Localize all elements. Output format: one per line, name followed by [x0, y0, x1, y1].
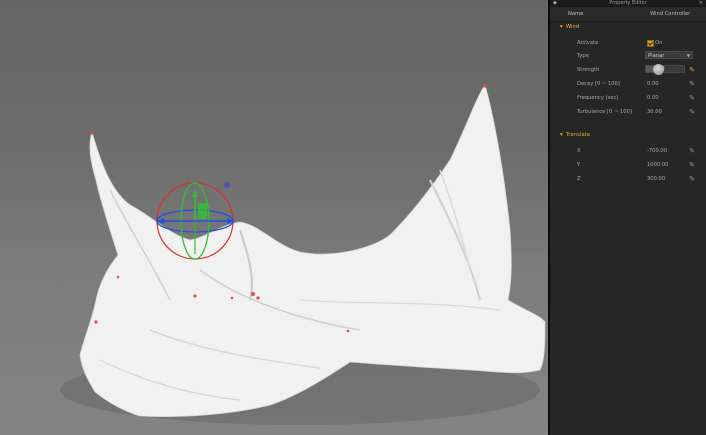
section-wind-title: Wind	[565, 24, 580, 30]
keyframe-icon[interactable]: ✎	[688, 147, 696, 155]
3d-viewport[interactable]	[0, 0, 548, 435]
property-editor-panel: ◆ Property Editor × Name Wind Controller…	[550, 0, 706, 435]
row-frequency: Frequency (sec) 0.00 ✎	[550, 92, 706, 104]
header-name-label: Name	[568, 11, 584, 17]
row-translate-y: Y 1000.00 ✎	[550, 159, 706, 171]
strength-slider[interactable]: 50	[645, 64, 685, 75]
section-translate-title: Translate	[565, 132, 591, 138]
row-translate-x: X -700.00 ✎	[550, 145, 706, 157]
keyframe-icon[interactable]: ✎	[688, 80, 696, 88]
decay-value[interactable]: 0.00	[647, 81, 659, 87]
row-activate: Activate On	[550, 37, 706, 49]
panel-title-bar: ◆ Property Editor ×	[550, 0, 706, 7]
row-decay: Decay [0 ~ 100] 0.00 ✎	[550, 78, 706, 90]
panel-title: Property Editor	[609, 0, 647, 6]
close-icon[interactable]: ×	[699, 0, 703, 7]
activate-checkbox[interactable]	[647, 40, 654, 47]
type-select-value: Planar	[648, 53, 665, 59]
translate-y-value[interactable]: 1000.00	[647, 162, 668, 168]
viewport-scene	[0, 84, 548, 435]
decay-label: Decay [0 ~ 100]	[577, 81, 620, 87]
translate-y-label: Y	[577, 162, 581, 168]
wind-gizmo[interactable]	[156, 182, 234, 260]
keyframe-icon[interactable]: ✎	[688, 161, 696, 169]
activate-label: Activate	[577, 40, 599, 46]
frequency-label: Frequency (sec)	[577, 95, 619, 101]
frequency-value[interactable]: 0.00	[647, 95, 659, 101]
pin-icon[interactable]: ◆	[553, 0, 557, 7]
row-turbulence: Turbulence [0 ~ 100] 30.00 ✎	[550, 106, 706, 118]
translate-z-label: Z	[577, 176, 581, 182]
translate-x-label: X	[577, 148, 581, 154]
section-translate[interactable]: ▾ Translate	[560, 132, 590, 138]
strength-value: 50	[658, 66, 665, 72]
strength-label: Strength	[577, 67, 600, 73]
header-row: Name Wind Controller	[550, 7, 706, 22]
type-select[interactable]: Planar ▼	[645, 51, 693, 59]
turbulence-value[interactable]: 30.00	[647, 109, 662, 115]
activate-state-label: On	[655, 40, 663, 46]
keyframe-icon[interactable]: ✎	[688, 108, 696, 116]
expand-triangle-icon[interactable]: ▾	[560, 24, 563, 30]
section-wind[interactable]: ▾ Wind	[560, 24, 579, 30]
keyframe-icon[interactable]: ✎	[688, 94, 696, 102]
translate-z-value[interactable]: 300.00	[647, 176, 665, 182]
keyframe-icon[interactable]: ✎	[688, 66, 696, 74]
row-type: Type Planar ▼	[550, 50, 706, 62]
row-strength: Strength 50 ✎	[550, 64, 706, 76]
keyframe-icon[interactable]: ✎	[688, 175, 696, 183]
header-value-label: Wind Controller	[650, 11, 691, 17]
expand-triangle-icon[interactable]: ▾	[560, 132, 563, 138]
row-translate-z: Z 300.00 ✎	[550, 173, 706, 185]
turbulence-label: Turbulence [0 ~ 100]	[577, 109, 632, 115]
type-label: Type	[577, 53, 589, 59]
translate-x-value[interactable]: -700.00	[647, 148, 667, 154]
chevron-down-icon: ▼	[686, 53, 690, 58]
